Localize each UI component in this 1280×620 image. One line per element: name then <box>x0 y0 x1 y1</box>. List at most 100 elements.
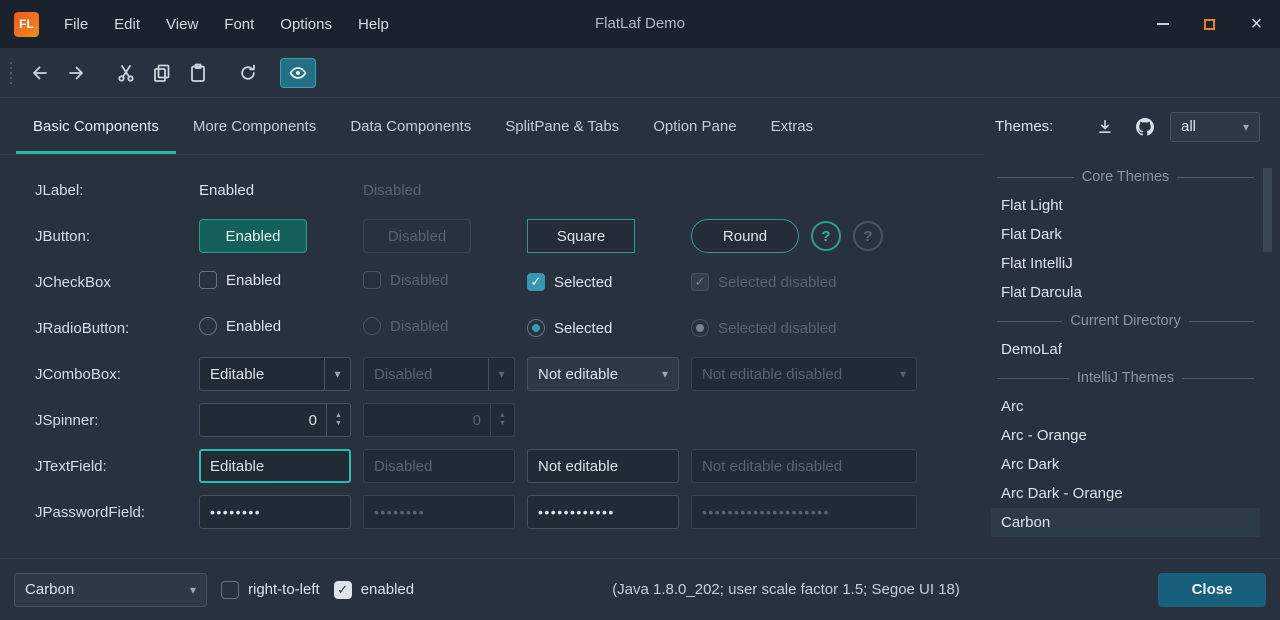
jcheckbox-selected-disabled: ✓Selected disabled <box>691 273 836 291</box>
theme-item-arc-orange[interactable]: Arc - Orange <box>991 421 1260 450</box>
right-to-left-checkbox[interactable]: right-to-left <box>221 581 320 599</box>
checkbox-box <box>363 271 381 289</box>
theme-item-demolaf[interactable]: DemoLaf <box>991 335 1260 364</box>
combo-value: Editable <box>200 366 324 383</box>
jpasswordfield-enabled[interactable] <box>199 495 351 529</box>
chevron-down-icon[interactable]: ▾ <box>324 358 350 390</box>
refresh-icon <box>238 63 258 83</box>
theme-item-flat-intellij[interactable]: Flat IntelliJ <box>991 249 1260 278</box>
jradiobutton-enabled[interactable]: Enabled <box>199 317 281 335</box>
jbutton-square[interactable]: Square <box>527 219 635 253</box>
radio-label: Disabled <box>390 318 448 335</box>
jradiobutton-row-label: JRadioButton: <box>35 320 187 337</box>
theme-item-flat-dark[interactable]: Flat Dark <box>991 220 1260 249</box>
radio-circle <box>199 317 217 335</box>
radio-label: Selected <box>554 320 612 337</box>
back-button[interactable] <box>22 58 58 88</box>
spinner-value[interactable]: 0 <box>200 412 326 429</box>
enabled-checkbox[interactable]: ✓ enabled <box>334 581 414 599</box>
jbutton-row-label: JButton: <box>35 228 187 245</box>
minimize-icon <box>1157 23 1169 25</box>
jradiobutton-selected[interactable]: Selected <box>527 319 612 337</box>
menu-view[interactable]: View <box>153 0 211 48</box>
themes-section-current-directory: Current Directory <box>991 307 1260 335</box>
close-dialog-button[interactable]: Close <box>1158 573 1266 607</box>
window-close-button[interactable]: × <box>1233 0 1280 48</box>
theme-item-carbon[interactable]: Carbon <box>991 508 1260 537</box>
jspinner-enabled[interactable]: 0▲▼ <box>199 403 351 437</box>
chevron-down-icon[interactable]: ▾ <box>180 583 206 597</box>
radio-circle-selected <box>527 319 545 337</box>
toolbar-grip-handle[interactable] <box>10 62 12 84</box>
combo-value: Not editable <box>528 366 652 383</box>
menu-file[interactable]: File <box>51 0 101 48</box>
theme-item-arc-dark[interactable]: Arc Dark <box>991 450 1260 479</box>
window-close-icon: × <box>1251 14 1263 34</box>
theme-item-arc[interactable]: Arc <box>991 392 1260 421</box>
statusbar: Carbon ▾ right-to-left ✓ enabled (Java 1… <box>0 558 1280 620</box>
jcombobox-editable[interactable]: Editable▾ <box>199 357 351 391</box>
jbutton-round[interactable]: Round <box>691 219 799 253</box>
combo-value: Not editable disabled <box>692 366 890 383</box>
combo-value: Disabled <box>364 366 488 383</box>
themes-filter-combobox[interactable]: all ▾ <box>1170 112 1260 142</box>
jpasswordfield-not-editable[interactable] <box>527 495 679 529</box>
refresh-button[interactable] <box>230 58 266 88</box>
components-grid: JLabel: Enabled Disabled JButton: Enable… <box>0 155 985 535</box>
tab-extras[interactable]: Extras <box>754 98 831 154</box>
themes-section-intellij: IntelliJ Themes <box>991 364 1260 392</box>
github-button[interactable] <box>1130 113 1160 141</box>
eye-icon <box>288 63 308 83</box>
tab-data-components[interactable]: Data Components <box>333 98 488 154</box>
help-button[interactable]: ? <box>811 221 841 251</box>
download-theme-button[interactable] <box>1090 113 1120 141</box>
scrollbar-thumb[interactable] <box>1263 168 1272 252</box>
jcheckbox-selected[interactable]: ✓Selected <box>527 273 612 291</box>
menu-help[interactable]: Help <box>345 0 402 48</box>
scissors-icon <box>116 63 136 83</box>
tab-splitpane-tabs[interactable]: SplitPane & Tabs <box>488 98 636 154</box>
menu-font[interactable]: Font <box>211 0 267 48</box>
section-label: Core Themes <box>1082 169 1170 185</box>
copy-button[interactable] <box>144 58 180 88</box>
maximize-icon <box>1204 19 1215 30</box>
chevron-down-icon[interactable]: ▾ <box>1233 120 1259 134</box>
spinner-down-icon[interactable]: ▼ <box>335 420 342 428</box>
checkbox-label: right-to-left <box>248 581 320 598</box>
maximize-button[interactable] <box>1186 0 1233 48</box>
show-hidden-toggle-button[interactable] <box>280 58 316 88</box>
checkbox-box-checked: ✓ <box>527 273 545 291</box>
tab-basic-components[interactable]: Basic Components <box>16 98 176 154</box>
jlabel-disabled: Disabled <box>363 182 421 199</box>
menu-edit[interactable]: Edit <box>101 0 153 48</box>
jcombobox-row-label: JComboBox: <box>35 366 187 383</box>
tab-more-components[interactable]: More Components <box>176 98 333 154</box>
spinner-buttons: ▲▼ <box>490 404 514 436</box>
jtextfield-disabled <box>363 449 515 483</box>
jbutton-disabled: Disabled <box>363 219 471 253</box>
jbutton-enabled[interactable]: Enabled <box>199 219 307 253</box>
chevron-down-icon[interactable]: ▾ <box>652 367 678 381</box>
menu-options[interactable]: Options <box>267 0 345 48</box>
jtextfield-not-editable[interactable] <box>527 449 679 483</box>
theme-item-arc-dark-orange[interactable]: Arc Dark - Orange <box>991 479 1260 508</box>
theme-select-combobox[interactable]: Carbon ▾ <box>14 573 207 607</box>
forward-button[interactable] <box>58 58 94 88</box>
window-controls: × <box>1139 0 1280 48</box>
jcombobox-not-editable[interactable]: Not editable▾ <box>527 357 679 391</box>
themes-scrollbar[interactable] <box>1263 166 1272 544</box>
jtextfield-not-editable-disabled <box>691 449 917 483</box>
combo-value: Carbon <box>15 581 180 598</box>
jcheckbox-enabled[interactable]: Enabled <box>199 271 281 289</box>
copy-icon <box>152 63 172 83</box>
cut-button[interactable] <box>108 58 144 88</box>
tab-option-pane[interactable]: Option Pane <box>636 98 753 154</box>
minimize-button[interactable] <box>1139 0 1186 48</box>
spinner-buttons[interactable]: ▲▼ <box>326 404 350 436</box>
spinner-value: 0 <box>364 412 490 429</box>
spinner-up-icon[interactable]: ▲ <box>335 412 342 420</box>
jtextfield-editable[interactable] <box>199 449 351 483</box>
theme-item-flat-light[interactable]: Flat Light <box>991 191 1260 220</box>
paste-button[interactable] <box>180 58 216 88</box>
theme-item-flat-darcula[interactable]: Flat Darcula <box>991 278 1260 307</box>
